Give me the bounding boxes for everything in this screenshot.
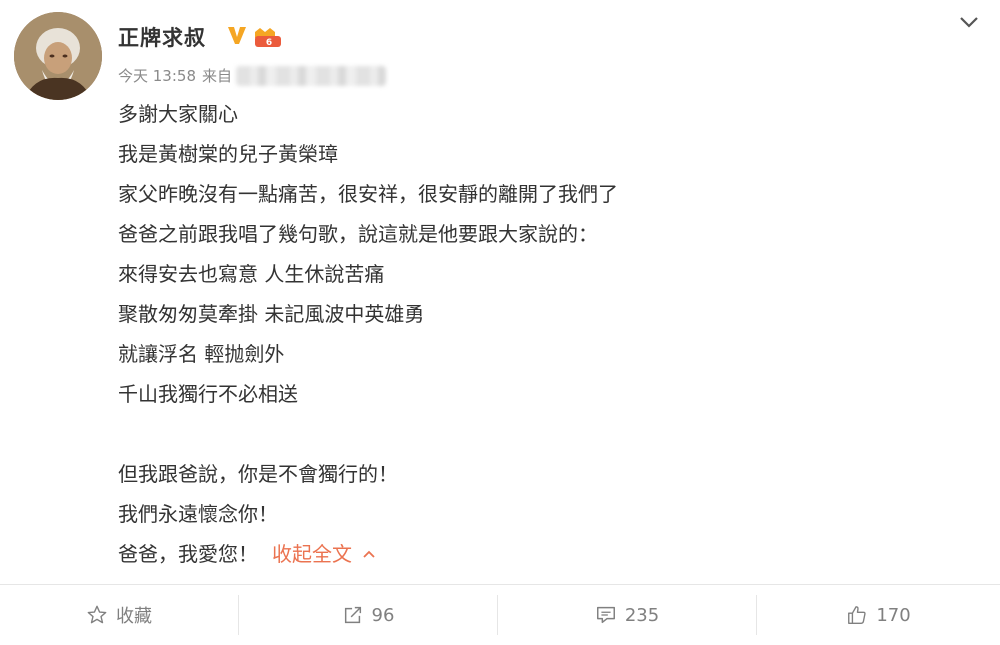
repost-button[interactable]: 96 xyxy=(239,585,497,645)
comment-count: 235 xyxy=(624,604,660,626)
post-line-blank xyxy=(118,420,978,460)
svg-text:6: 6 xyxy=(266,38,272,48)
favorite-button[interactable]: 收藏 xyxy=(0,585,238,645)
thumbs-up-icon xyxy=(848,606,866,624)
collapse-full-text-link[interactable]: 收起全文 xyxy=(272,542,376,566)
favorite-label: 收藏 xyxy=(116,606,152,627)
post-line: 就讓浮名 輕抛劍外 xyxy=(118,342,285,366)
repost-icon xyxy=(344,606,361,624)
level-badge-icon[interactable]: 6 xyxy=(253,26,283,48)
star-icon xyxy=(87,605,107,624)
post-time[interactable]: 今天 13:58 xyxy=(118,65,196,86)
chevron-down-icon[interactable] xyxy=(955,8,983,36)
like-count: 170 xyxy=(876,604,911,626)
verified-v-icon xyxy=(228,27,246,44)
post-line: 我是黃樹棠的兒子黃榮璋 xyxy=(118,142,338,166)
post-line: 爸爸，我愛您！ xyxy=(118,542,258,566)
post-line: 聚散匆匆莫牽掛 未記風波中英雄勇 xyxy=(118,302,425,326)
collapse-label: 收起全文 xyxy=(272,542,352,566)
weibo-post: 正牌求叔 6 今天 13:58 来自 多謝大家關心 我是黃樹棠的兒子黃榮璋 家父… xyxy=(0,0,1000,645)
comment-button[interactable]: 235 xyxy=(498,585,756,645)
source-label: 来自 xyxy=(202,67,233,85)
username[interactable]: 正牌求叔 xyxy=(118,22,206,52)
avatar[interactable] xyxy=(14,12,102,100)
post-line: 千山我獨行不必相送 xyxy=(118,382,298,406)
post-line: 家父昨晚沒有一點痛苦，很安祥，很安靜的離開了我們了 xyxy=(118,182,618,206)
action-bar: 收藏 96 235 170 xyxy=(0,585,1000,645)
post-line: 爸爸之前跟我唱了幾句歌，說這就是他要跟大家說的： xyxy=(118,222,598,246)
post-meta: 今天 13:58 来自 xyxy=(118,65,387,86)
comment-icon xyxy=(596,606,615,624)
post-line: 來得安去也寫意 人生休說苦痛 xyxy=(118,262,385,286)
post-line: 但我跟爸說，你是不會獨行的！ xyxy=(118,462,398,486)
post-line: 多謝大家關心 xyxy=(118,102,238,126)
avatar-image xyxy=(14,12,102,100)
post-line: 我們永遠懷念你！ xyxy=(118,502,278,526)
like-button[interactable]: 170 xyxy=(757,585,1000,645)
chevron-up-icon xyxy=(363,550,375,558)
repost-count: 96 xyxy=(371,604,395,626)
post-last-line: 爸爸，我愛您！ 收起全文 xyxy=(118,540,978,580)
post-content: 多謝大家關心 我是黃樹棠的兒子黃榮璋 家父昨晚沒有一點痛苦，很安祥，很安靜的離開… xyxy=(118,100,978,580)
blurred-source xyxy=(236,65,387,86)
